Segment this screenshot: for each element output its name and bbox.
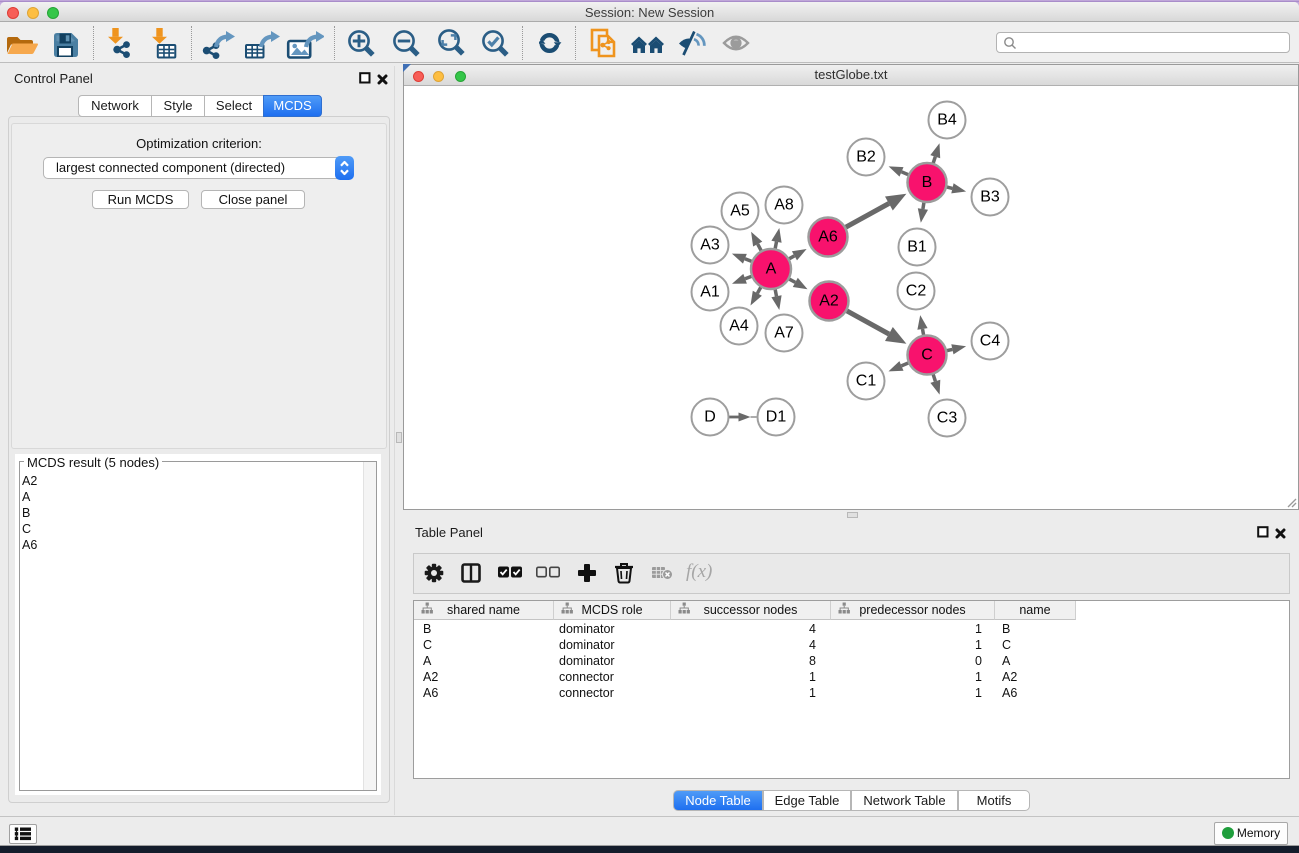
svg-text:A: A [766, 261, 777, 278]
svg-text:B: B [922, 174, 933, 191]
svg-text:B2: B2 [856, 149, 876, 166]
svg-text:A1: A1 [700, 284, 720, 301]
svg-text:C2: C2 [906, 283, 927, 300]
svg-text:A8: A8 [774, 197, 794, 214]
svg-text:C3: C3 [937, 410, 958, 427]
svg-text:A4: A4 [729, 318, 749, 335]
svg-text:B1: B1 [907, 239, 927, 256]
svg-text:D1: D1 [766, 409, 787, 426]
svg-text:B3: B3 [980, 189, 1000, 206]
svg-text:A6: A6 [818, 229, 838, 246]
svg-text:A2: A2 [819, 293, 839, 310]
svg-text:A7: A7 [774, 325, 794, 342]
svg-text:B4: B4 [937, 112, 957, 129]
svg-text:C4: C4 [980, 333, 1001, 350]
svg-text:D: D [704, 409, 716, 426]
svg-text:C: C [921, 347, 933, 364]
svg-text:C1: C1 [856, 373, 877, 390]
svg-text:A3: A3 [700, 237, 720, 254]
svg-text:A5: A5 [730, 203, 750, 220]
